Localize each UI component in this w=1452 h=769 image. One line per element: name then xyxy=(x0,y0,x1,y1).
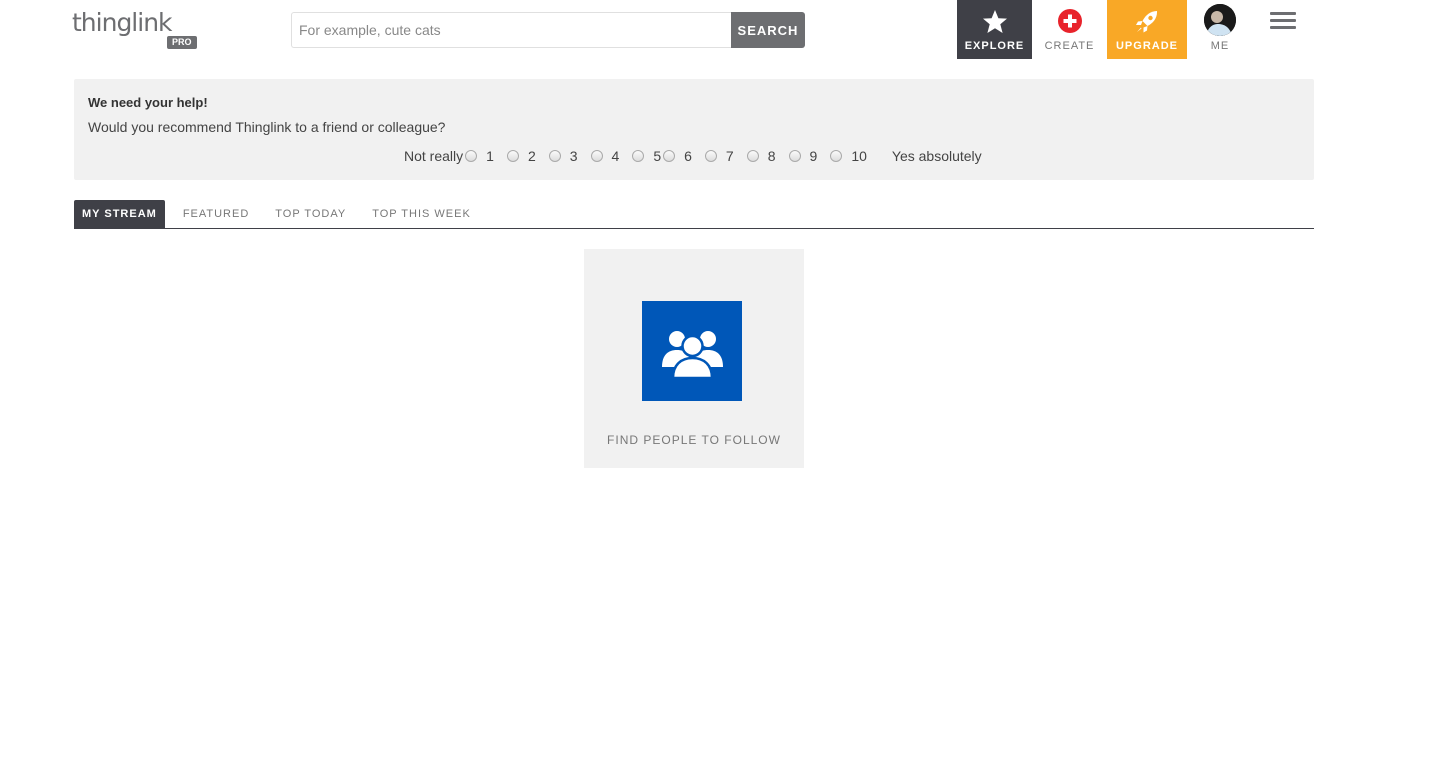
rating-option[interactable]: 9 xyxy=(788,148,831,164)
top-header: thinglink PRO SEARCH EXPLORE CREATE xyxy=(0,0,1452,60)
rating-option[interactable]: 6 xyxy=(663,148,705,164)
nav-upgrade-label: UPGRADE xyxy=(1115,40,1178,52)
tab-top-today[interactable]: TOP TODAY xyxy=(267,200,354,228)
radio-button[interactable] xyxy=(548,150,561,162)
rating-number: 4 xyxy=(611,148,620,164)
find-people-card[interactable]: FIND PEOPLE TO FOLLOW xyxy=(584,249,804,468)
rating-number: 2 xyxy=(527,148,536,164)
nav-me[interactable]: ME xyxy=(1187,0,1253,59)
survey-title: We need your help! xyxy=(88,95,208,110)
nav-explore-label: EXPLORE xyxy=(964,40,1025,52)
nav-create-label: CREATE xyxy=(1044,40,1095,52)
survey-scale: Not really 1 2 3 4 5 6 7 8 9 10 Yes abso… xyxy=(404,147,982,165)
rating-option[interactable]: 5 xyxy=(632,148,663,164)
nav-create[interactable]: CREATE xyxy=(1032,0,1107,59)
scale-label-low: Not really xyxy=(404,148,464,164)
rating-option[interactable]: 10 xyxy=(830,148,880,164)
rating-option[interactable]: 4 xyxy=(590,148,633,164)
radio-button[interactable] xyxy=(590,150,603,162)
rating-number: 6 xyxy=(684,148,692,164)
nav-explore[interactable]: EXPLORE xyxy=(957,0,1032,59)
nav-upgrade[interactable]: UPGRADE xyxy=(1107,0,1187,59)
scale-label-high: Yes absolutely xyxy=(891,148,982,164)
rating-number: 1 xyxy=(486,148,494,164)
logo-wordmark: thinglink xyxy=(72,8,173,37)
radio-button[interactable] xyxy=(663,150,676,162)
search-bar: SEARCH xyxy=(291,12,805,48)
rating-number: 10 xyxy=(851,148,867,164)
avatar xyxy=(1204,4,1236,36)
rocket-icon xyxy=(1133,8,1161,36)
nps-survey: We need your help! Would you recommend T… xyxy=(74,79,1314,180)
rating-number: 9 xyxy=(809,148,818,164)
search-input[interactable] xyxy=(291,12,731,48)
radio-button[interactable] xyxy=(506,150,519,162)
search-button[interactable]: SEARCH xyxy=(731,12,805,48)
radio-button[interactable] xyxy=(830,150,843,162)
rating-option[interactable]: 3 xyxy=(548,148,591,164)
rating-number: 3 xyxy=(569,148,578,164)
pro-badge: PRO xyxy=(167,36,197,49)
menu-icon[interactable] xyxy=(1270,12,1296,32)
radio-button[interactable] xyxy=(746,150,759,162)
thinglink-logo[interactable]: thinglink PRO xyxy=(72,8,202,52)
rating-number: 5 xyxy=(653,148,662,164)
tab-featured[interactable]: FEATURED xyxy=(175,200,257,228)
stream-tabs: MY STREAM FEATURED TOP TODAY TOP THIS WE… xyxy=(74,200,1314,229)
survey-question: Would you recommend Thinglink to a frien… xyxy=(88,119,446,135)
radio-button[interactable] xyxy=(465,150,478,162)
rating-option[interactable]: 1 xyxy=(465,148,507,164)
star-icon xyxy=(981,8,1009,36)
radio-button[interactable] xyxy=(788,150,801,162)
rating-number: 7 xyxy=(725,148,734,164)
find-people-label: FIND PEOPLE TO FOLLOW xyxy=(607,433,781,447)
radio-button[interactable] xyxy=(632,150,645,162)
tab-my-stream[interactable]: MY STREAM xyxy=(74,200,165,228)
radio-button[interactable] xyxy=(704,150,717,162)
plus-circle-icon xyxy=(1056,8,1084,36)
rating-option[interactable]: 2 xyxy=(506,148,549,164)
rating-number: 8 xyxy=(767,148,776,164)
rating-option[interactable]: 8 xyxy=(746,148,789,164)
rating-option[interactable]: 7 xyxy=(704,148,747,164)
nav-me-label: ME xyxy=(1210,40,1230,52)
people-icon xyxy=(642,301,742,401)
tab-top-this-week[interactable]: TOP THIS WEEK xyxy=(364,200,479,228)
